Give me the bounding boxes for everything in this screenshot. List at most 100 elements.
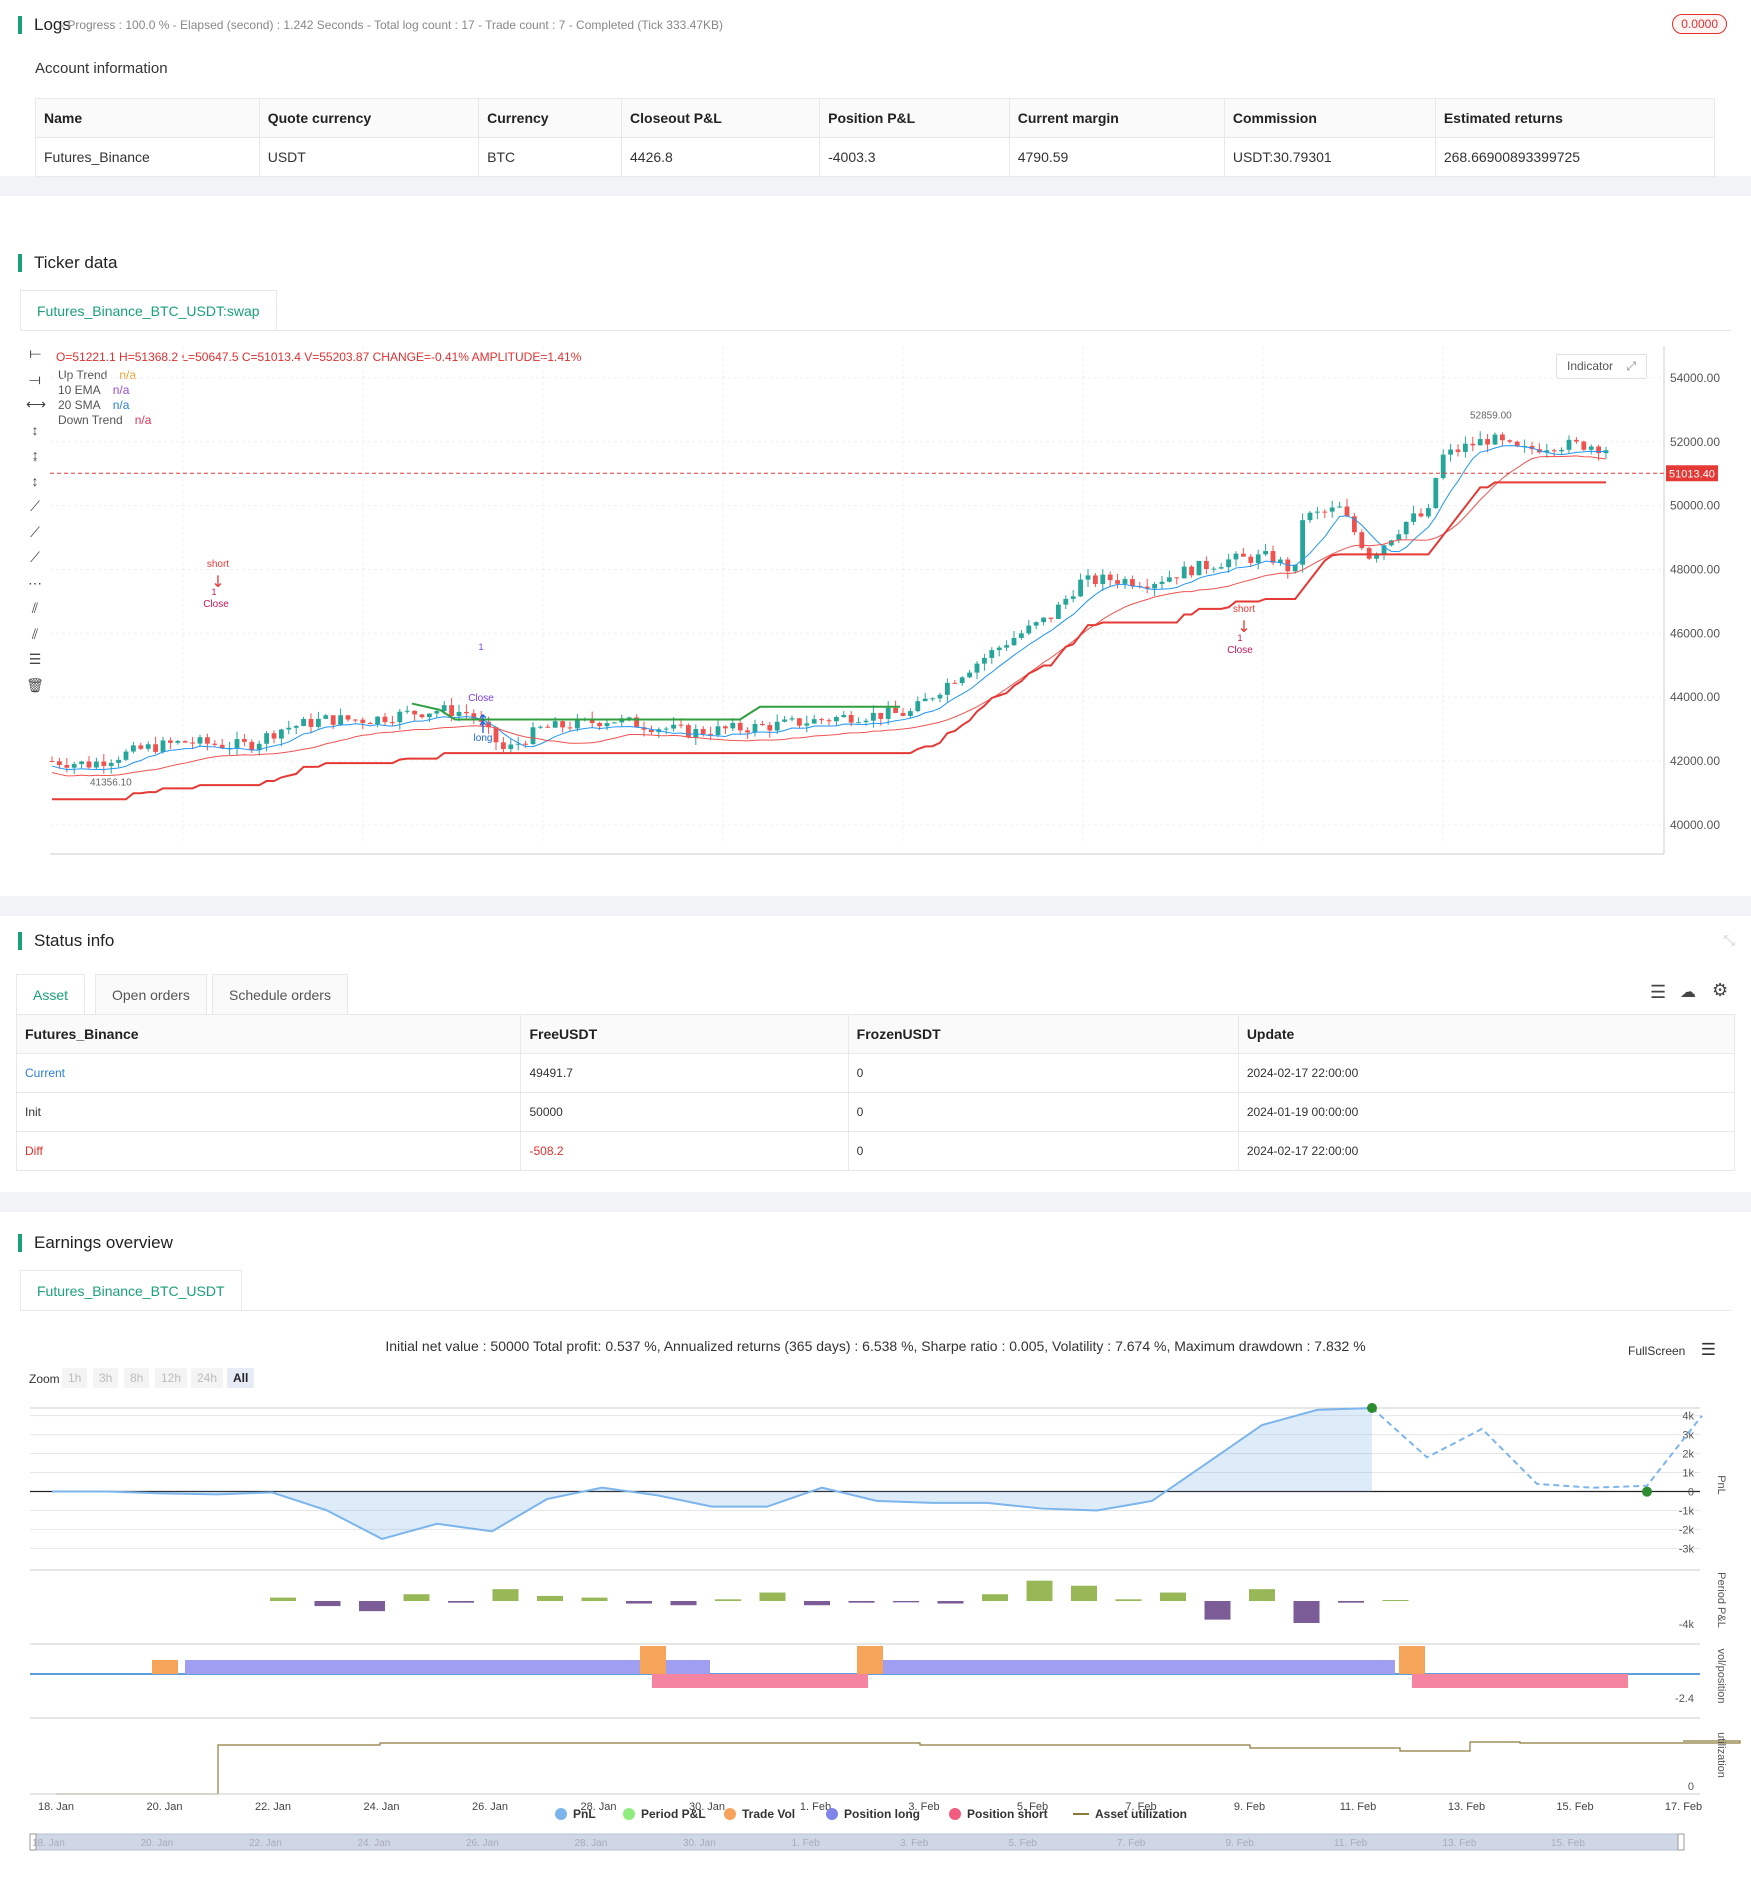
zoom-All[interactable]: All xyxy=(227,1368,255,1388)
account-cell-6: USDT:30.79301 xyxy=(1223,137,1436,177)
asset-table: Futures_Binance FreeUSDT FrozenUSDT Update … xyxy=(15,1014,1736,1171)
legend-label: Position short xyxy=(967,1807,1048,1821)
util-axis-label: utilization xyxy=(1715,1732,1727,1778)
period-bar xyxy=(1026,1580,1053,1601)
zoom-12h[interactable]: 12h xyxy=(155,1368,188,1388)
pnl-tick: -3k xyxy=(1679,1543,1695,1555)
period-axis-label: Period P&L xyxy=(1715,1572,1727,1628)
asset-cell: Current xyxy=(15,1053,522,1093)
candle-body xyxy=(190,742,195,744)
x-tick-label: 18. Jan xyxy=(38,1801,74,1813)
price-chart[interactable]: 54000.00 52000.00 50000.00 48000.00 46000.00… xyxy=(0,346,1751,866)
legend-item-period-p-l[interactable]: Period P&L xyxy=(623,1807,706,1821)
legend-item-asset-utilization[interactable]: Asset utilization xyxy=(1073,1807,1187,1821)
short-marker: short↓ xyxy=(1233,604,1255,636)
candle-body xyxy=(1329,507,1335,512)
candle-body xyxy=(1033,622,1039,626)
candle-body xyxy=(982,657,987,664)
candle-body xyxy=(530,727,536,744)
candle-body xyxy=(1440,454,1446,479)
candle-body xyxy=(360,719,366,723)
legend-swatch xyxy=(1073,1813,1089,1815)
menu-icon[interactable]: ☰ xyxy=(1701,1340,1716,1359)
zoom-1h[interactable]: 1h xyxy=(62,1368,88,1388)
last-price-text: 51013.40 xyxy=(1669,468,1715,480)
candle-body xyxy=(234,739,240,748)
period-bar xyxy=(314,1601,341,1607)
candle-body xyxy=(545,726,551,728)
tab-open-orders[interactable]: Open orders xyxy=(95,974,207,1014)
candle-body xyxy=(538,726,543,728)
fullscreen-button[interactable]: FullScreen ☰ xyxy=(1628,1340,1716,1360)
candle-body xyxy=(1107,574,1113,581)
zoom-3h[interactable]: 3h xyxy=(93,1368,119,1388)
y-tick-label: 52000.00 xyxy=(1670,435,1720,449)
cloud-download-icon[interactable]: ☁ xyxy=(1680,982,1696,1002)
legend-item-trade-vol[interactable]: Trade Vol xyxy=(724,1807,795,1821)
candle-body xyxy=(330,715,336,725)
logs-summary: - Progress : 100.0 % - Elapsed (second) … xyxy=(60,18,724,32)
candle-body xyxy=(1115,580,1120,584)
gear-icon[interactable]: ⚙ xyxy=(1712,980,1728,1001)
navigator-handle-right[interactable] xyxy=(1677,1833,1685,1851)
vol-axis-label: vol/position xyxy=(1715,1648,1727,1703)
account-cell-0: Futures_Binance xyxy=(35,137,260,177)
candle-body xyxy=(212,743,218,745)
candle-body xyxy=(959,677,965,684)
candle-body xyxy=(1307,512,1313,521)
tab-schedule-orders[interactable]: Schedule orders xyxy=(212,974,348,1014)
candle-body xyxy=(1093,575,1098,585)
candle-body xyxy=(1411,513,1416,522)
earnings-chart[interactable]: 4k3k2k1k0-1k-2k-3kPnL-4k Period P&L-2.4 vo… xyxy=(0,1400,1751,1860)
asset-col-0: Futures_Binance xyxy=(15,1014,522,1054)
candle-body xyxy=(375,716,380,725)
x-tick-label: 20. Jan xyxy=(146,1801,182,1813)
zoom-8h[interactable]: 8h xyxy=(124,1368,150,1388)
candle-body xyxy=(1196,560,1202,576)
ticker-card: Ticker data Futures_Binance_BTC_USDT:swa… xyxy=(0,196,1751,896)
nav-tick-label: 22. Jan xyxy=(249,1838,282,1849)
candle-body xyxy=(552,721,558,728)
legend-item-position-long[interactable]: Position long xyxy=(826,1807,920,1821)
candle-body xyxy=(693,728,699,738)
candle-body xyxy=(1455,449,1461,452)
tab-asset[interactable]: Asset xyxy=(16,974,86,1014)
tab-earnings-symbol[interactable]: Futures_Binance_BTC_USDT xyxy=(20,1270,242,1310)
legend-item-position-short[interactable]: Position short xyxy=(949,1807,1048,1821)
period-bar xyxy=(448,1601,474,1603)
candle-body xyxy=(271,733,277,739)
candle-body xyxy=(737,722,743,731)
tab-ticker-symbol[interactable]: Futures_Binance_BTC_USDT:swap xyxy=(20,290,277,330)
candle-body xyxy=(1056,604,1061,619)
trade-vol-bar xyxy=(640,1646,666,1674)
candle-body xyxy=(819,719,824,721)
candle-body xyxy=(86,761,92,768)
down-trend-line xyxy=(52,481,1606,801)
candle-body xyxy=(797,718,802,726)
candle-body xyxy=(145,744,151,749)
asset-cell: 2024-02-17 22:00:00 xyxy=(1237,1053,1736,1093)
legend-swatch xyxy=(949,1808,961,1820)
collapse-icon[interactable]: ⤡ xyxy=(1724,932,1735,949)
candle-body xyxy=(937,694,943,699)
candle-body xyxy=(1181,566,1187,579)
legend-item-pnl[interactable]: PnL xyxy=(555,1807,596,1821)
candle-body xyxy=(1041,617,1046,623)
candle-body xyxy=(1566,439,1572,450)
candle-body xyxy=(434,711,440,714)
zoom-24h[interactable]: 24h xyxy=(191,1368,224,1388)
candle-body xyxy=(1315,511,1320,513)
candle-body xyxy=(834,717,839,722)
legend-label: Trade Vol xyxy=(742,1807,796,1821)
account-col-6: Commission xyxy=(1223,98,1436,138)
period-bar xyxy=(537,1595,563,1601)
candle-body xyxy=(1159,581,1165,584)
list-icon[interactable]: ☰ xyxy=(1650,982,1666,1003)
candle-body xyxy=(1152,583,1157,589)
nav-tick-label: 3. Feb xyxy=(900,1838,929,1849)
candle-body xyxy=(249,741,255,751)
period-bar xyxy=(804,1601,830,1606)
account-cell-4: -4003.3 xyxy=(819,137,1010,177)
candle-body xyxy=(745,730,750,733)
asset-cell: Diff xyxy=(15,1131,522,1171)
